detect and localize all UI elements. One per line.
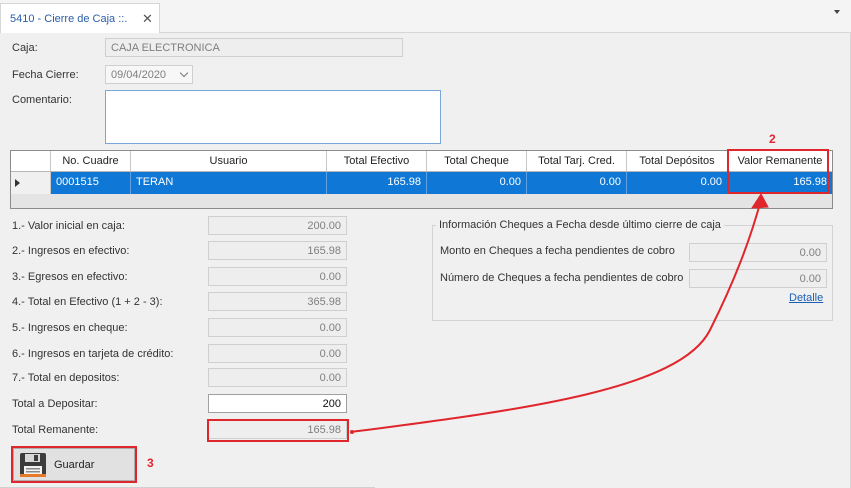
annotation-arrow: [350, 193, 769, 434]
